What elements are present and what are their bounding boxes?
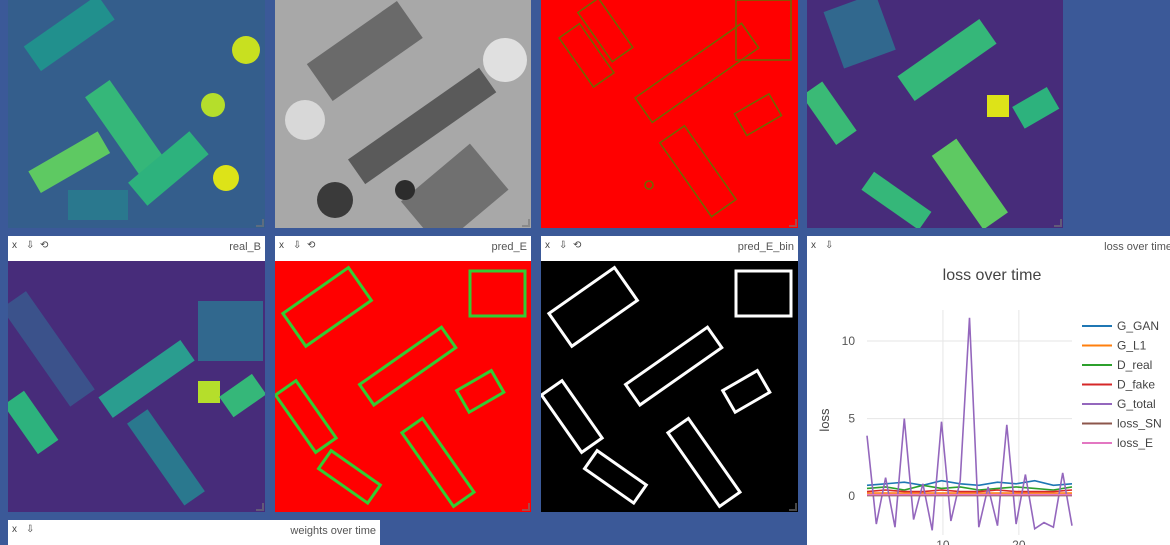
y-axis-label: loss: [817, 408, 832, 432]
close-icon[interactable]: x: [279, 240, 284, 252]
reset-icon[interactable]: ⟲: [573, 240, 581, 252]
save-icon[interactable]: ⇩: [559, 240, 567, 252]
reset-icon[interactable]: ⟲: [40, 240, 48, 252]
legend-label: G_GAN: [1117, 319, 1159, 333]
resize-handle[interactable]: [256, 219, 264, 227]
x-tick-label: 10: [936, 538, 950, 545]
series-line-G_total: [866, 317, 1073, 531]
resize-handle[interactable]: [522, 503, 530, 511]
save-icon[interactable]: ⇩: [293, 240, 301, 252]
save-icon[interactable]: ⇩: [825, 240, 833, 252]
loss-chart[interactable]: loss over time loss 0 5 10 10 20 G_GAN G_L1 D_…: [807, 260, 1170, 545]
save-icon[interactable]: ⇩: [26, 240, 34, 252]
pred-e-image: [275, 261, 531, 512]
red-mask-image: [541, 0, 798, 228]
legend-label: D_fake: [1117, 378, 1155, 392]
elevation-ground-truth-image: [807, 0, 1063, 228]
close-icon[interactable]: x: [545, 240, 550, 252]
close-icon[interactable]: x: [12, 240, 17, 252]
pane-weights: x ⇩ weights over time: [8, 520, 380, 545]
pane-title: loss over time: [1104, 241, 1170, 253]
pane-title: weights over time: [290, 525, 376, 537]
x-tick-label: 20: [1012, 538, 1026, 545]
pane-title: pred_E: [491, 241, 527, 253]
pane-toolbar: x ⇩ ⟲ pred_E: [275, 236, 531, 260]
y-tick-label: 5: [848, 412, 855, 426]
pane-pred-e-bin: x ⇩ ⟲ pred_E_bin: [541, 236, 798, 512]
legend-label: G_total: [1117, 397, 1156, 411]
resize-handle[interactable]: [256, 503, 264, 511]
grayscale-image: [275, 0, 531, 228]
pane-top4: [807, 0, 1063, 228]
close-icon[interactable]: x: [12, 524, 17, 536]
pane-real-b: x ⇩ ⟲ real_B: [8, 236, 265, 512]
pane-title: real_B: [229, 241, 261, 253]
pane-title: pred_E_bin: [737, 241, 794, 253]
resize-handle[interactable]: [789, 503, 797, 511]
pane-toolbar: x ⇩ loss over time: [807, 236, 1170, 260]
pane-top2: [275, 0, 531, 228]
resize-handle[interactable]: [522, 219, 530, 227]
close-icon[interactable]: x: [811, 240, 816, 252]
save-icon[interactable]: ⇩: [26, 524, 34, 536]
real-b-image: [8, 261, 265, 512]
resize-handle[interactable]: [789, 219, 797, 227]
pane-toolbar: x ⇩ weights over time: [8, 520, 380, 544]
chart-title: loss over time: [943, 267, 1042, 284]
resize-handle[interactable]: [1054, 219, 1062, 227]
legend-label: loss_E: [1117, 436, 1153, 450]
legend-label: D_real: [1117, 358, 1152, 372]
series-line-G_GAN: [866, 479, 1073, 487]
reset-icon[interactable]: ⟲: [307, 240, 315, 252]
pane-toolbar: x ⇩ ⟲ real_B: [8, 236, 265, 260]
legend-label: loss_SN: [1117, 417, 1162, 431]
chart-series: [866, 317, 1073, 531]
pane-top1: [8, 0, 265, 228]
pane-pred-e: x ⇩ ⟲ pred_E: [275, 236, 531, 512]
pane-loss: x ⇩ loss over time loss over time loss 0…: [807, 236, 1170, 545]
y-tick-label: 0: [848, 489, 855, 503]
pane-toolbar: x ⇩ ⟲ pred_E_bin: [541, 236, 798, 260]
y-tick-label: 10: [842, 334, 856, 348]
elevation-image: [8, 0, 265, 228]
legend-label: G_L1: [1117, 339, 1147, 353]
pred-e-bin-image: [541, 261, 798, 512]
pane-top3: [541, 0, 798, 228]
chart-legend: G_GAN G_L1 D_real D_fake G_total loss_SN loss_…: [1082, 319, 1162, 450]
